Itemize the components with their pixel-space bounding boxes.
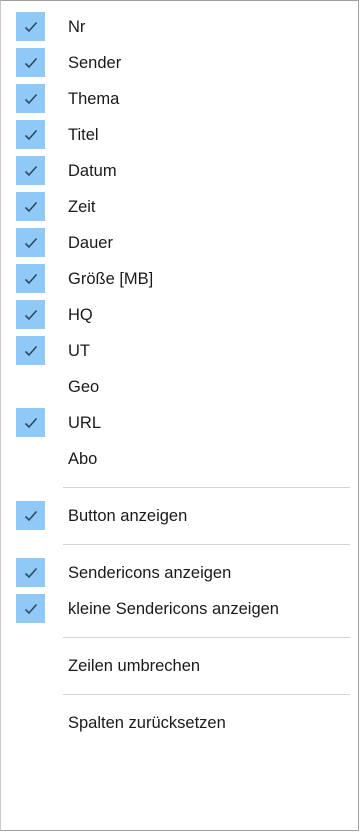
- column-context-menu: Nr Sender Thema Titel Datum Zeit Dauer G…: [0, 0, 359, 831]
- checkmark-icon: [16, 558, 45, 587]
- menu-item-url[interactable]: URL: [1, 405, 358, 441]
- menu-item-label: Sender: [68, 53, 122, 72]
- checkmark-icon: [16, 336, 45, 365]
- menu-item-sender[interactable]: Sender: [1, 45, 358, 81]
- menu-item-hq[interactable]: HQ: [1, 297, 358, 333]
- menu-item-thema[interactable]: Thema: [1, 81, 358, 117]
- checkmark-icon: [16, 48, 45, 77]
- menu-item-abo[interactable]: Abo: [1, 441, 358, 477]
- menu-item-label: Zeilen umbrechen: [68, 656, 201, 675]
- menu-item-label: Thema: [68, 89, 120, 108]
- menu-item-zeit[interactable]: Zeit: [1, 189, 358, 225]
- checkmark-icon: [16, 120, 45, 149]
- checkmark-icon: [16, 156, 45, 185]
- menu-item-label: HQ: [68, 305, 93, 324]
- checkmark-icon: [16, 264, 45, 293]
- checkmark-icon: [16, 192, 45, 221]
- menu-item-geo[interactable]: Geo: [1, 369, 358, 405]
- checkmark-icon: [16, 300, 45, 329]
- menu-item-label: Titel: [68, 125, 99, 144]
- menu-item-titel[interactable]: Titel: [1, 117, 358, 153]
- menu-item-label: Spalten zurücksetzen: [68, 713, 226, 732]
- checkmark-icon: [16, 408, 45, 437]
- menu-item-sendericons-anzeigen[interactable]: Sendericons anzeigen: [1, 555, 358, 591]
- menu-item-label: Abo: [68, 449, 98, 468]
- menu-item-groesse[interactable]: Größe [MB]: [1, 261, 358, 297]
- menu-item-label: Nr: [68, 17, 86, 36]
- menu-item-spalten-zuruecksetzen[interactable]: Spalten zurücksetzen: [1, 705, 358, 741]
- menu-item-label: URL: [68, 413, 102, 432]
- menu-item-label: Datum: [68, 161, 117, 180]
- menu-separator: [63, 487, 350, 488]
- menu-separator: [63, 637, 350, 638]
- menu-separator: [63, 544, 350, 545]
- menu-item-label: Zeit: [68, 197, 96, 216]
- menu-item-zeilen-umbrechen[interactable]: Zeilen umbrechen: [1, 648, 358, 684]
- checkmark-icon: [16, 594, 45, 623]
- menu-item-button-anzeigen[interactable]: Button anzeigen: [1, 498, 358, 534]
- menu-item-label: Größe [MB]: [68, 269, 154, 288]
- menu-item-ut[interactable]: UT: [1, 333, 358, 369]
- menu-item-label: Button anzeigen: [68, 506, 188, 525]
- menu-item-label: Sendericons anzeigen: [68, 563, 232, 582]
- menu-item-label: Dauer: [68, 233, 113, 252]
- menu-item-label: Geo: [68, 377, 100, 396]
- checkmark-icon: [16, 228, 45, 257]
- menu-item-kleine-sendericons-anzeigen[interactable]: kleine Sendericons anzeigen: [1, 591, 358, 627]
- checkmark-icon: [16, 501, 45, 530]
- checkmark-icon: [16, 84, 45, 113]
- menu-item-dauer[interactable]: Dauer: [1, 225, 358, 261]
- menu-item-label: UT: [68, 341, 90, 360]
- menu-item-label: kleine Sendericons anzeigen: [68, 599, 279, 618]
- menu-item-nr[interactable]: Nr: [1, 9, 358, 45]
- menu-separator: [63, 694, 350, 695]
- menu-item-datum[interactable]: Datum: [1, 153, 358, 189]
- checkmark-icon: [16, 12, 45, 41]
